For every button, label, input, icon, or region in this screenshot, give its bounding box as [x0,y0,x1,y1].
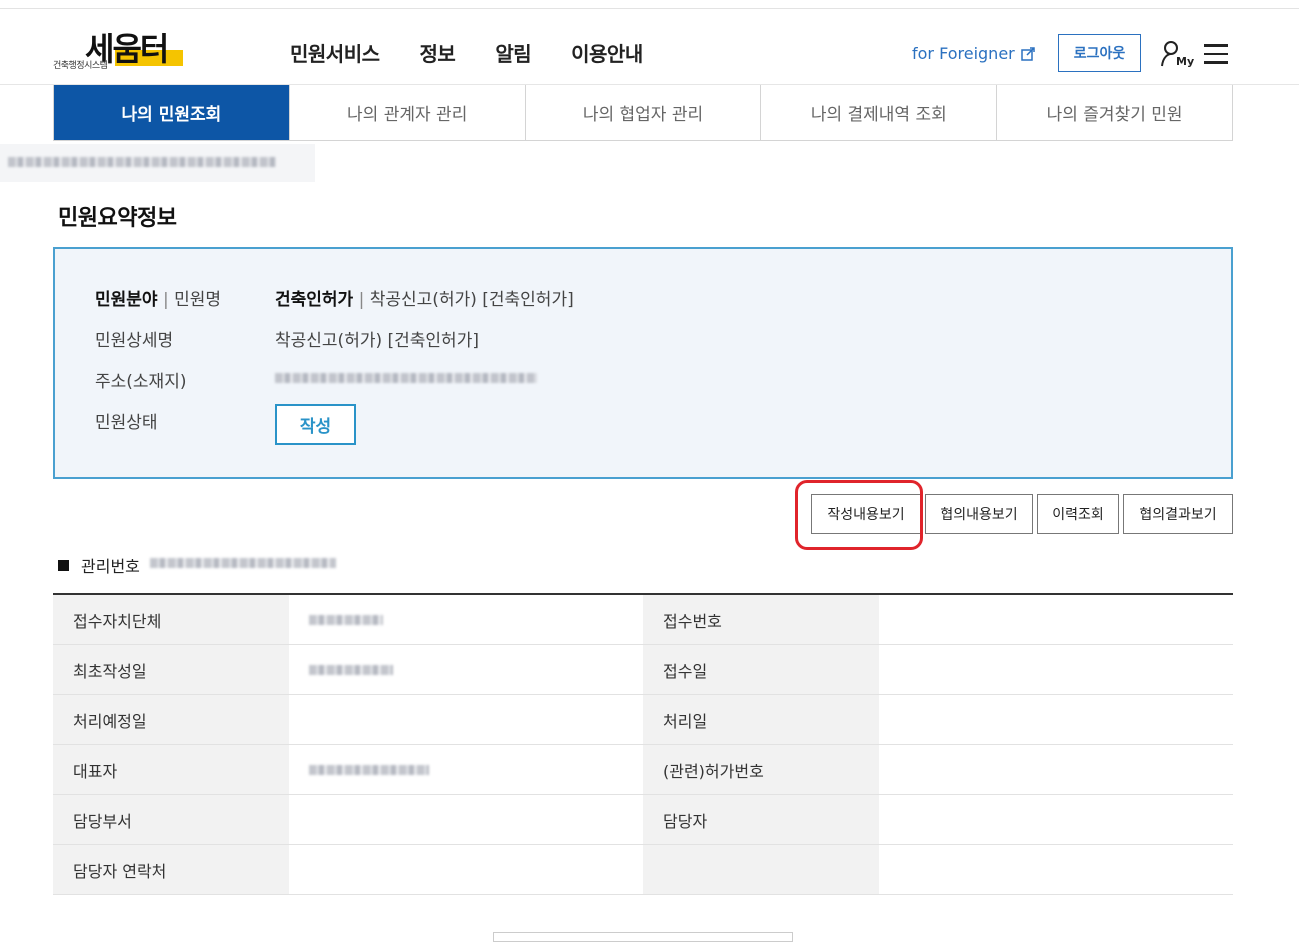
site-header: 세움터 건축행정시스템 민원서비스 정보 알림 이용안내 for Foreign… [0,8,1299,85]
table-row: 최초작성일 접수일 [53,645,1233,695]
table-cell [879,645,1233,694]
table-header: 최초작성일 [53,645,289,694]
main-navigation: 민원서비스 정보 알림 이용안내 [290,38,643,67]
table-cell [289,795,643,844]
table-row: 접수자치단체 접수번호 [53,595,1233,645]
management-number: 관리번호 [58,553,140,577]
table-cell [879,595,1233,644]
table-header: 담당자 연락처 [53,845,289,894]
square-bullet-icon [58,559,69,571]
table-cell [289,845,643,894]
table-header: 담당자 [643,795,879,844]
table-row: 담당자 연락처 [53,845,1233,895]
history-lookup-button[interactable]: 이력조회 [1037,494,1119,534]
detail-value: 착공신고(허가) [건축인허가] [275,331,479,351]
table-header: 접수자치단체 [53,595,289,644]
table-cell [879,745,1233,794]
for-foreigner-label: for Foreigner [912,44,1015,63]
tab-my-payments[interactable]: 나의 결제내역 조회 [761,85,998,140]
redacted-text [309,665,393,675]
redacted-text [309,765,429,775]
status-badge[interactable]: 작성 [275,404,356,445]
highlight-annotation [795,480,923,550]
table-header: 접수번호 [643,595,879,644]
tab-my-civil-inquiry[interactable]: 나의 민원조회 [54,85,290,140]
my-label: My [1176,55,1194,68]
nav-item-guide[interactable]: 이용안내 [571,38,643,67]
table-header [643,845,879,894]
tab-my-favorites[interactable]: 나의 즐겨찾기 민원 [997,85,1232,140]
table-row: 담당부서 담당자 [53,795,1233,845]
address-label: 주소(소재지) [95,372,187,392]
table-row: 처리예정일 처리일 [53,695,1233,745]
table-cell [879,695,1233,744]
tab-my-collaborators[interactable]: 나의 협업자 관리 [526,85,762,140]
tab-my-stakeholders[interactable]: 나의 관계자 관리 [290,85,526,140]
table-row: 대표자 (관련)허가번호 [53,745,1233,795]
table-cell [879,845,1233,894]
table-header: 담당부서 [53,795,289,844]
nav-item-info[interactable]: 정보 [420,38,456,67]
hamburger-menu-icon[interactable] [1204,44,1228,64]
my-page-icon[interactable]: My [1160,40,1194,68]
field-value-bold: 건축인허가 [275,290,354,310]
field-label-bold: 민원분야 [95,290,158,310]
status-label: 민원상태 [95,413,158,433]
detail-label: 민원상세명 [95,331,174,351]
table-header: (관련)허가번호 [643,745,879,794]
separator: | [358,290,370,310]
table-cell [289,745,643,794]
view-consultation-result-button[interactable]: 협의결과보기 [1123,494,1233,534]
my-page-tabs: 나의 민원조회 나의 관계자 관리 나의 협업자 관리 나의 결제내역 조회 나… [53,85,1233,141]
management-label: 관리번호 [81,557,140,576]
table-cell [289,695,643,744]
table-header: 대표자 [53,745,289,794]
external-link-icon [1021,46,1035,61]
detail-table: 접수자치단체 접수번호 최초작성일 접수일 처리예정일 처리일 대표자 (관련)… [53,593,1233,895]
redacted-management-number [150,558,336,568]
table-header: 처리일 [643,695,879,744]
bottom-element [493,932,793,942]
table-cell [879,795,1233,844]
summary-field-value: 건축인허가 | 착공신고(허가) [건축인허가] [275,285,574,310]
redacted-text [8,157,276,167]
nav-item-notice[interactable]: 알림 [495,38,531,67]
redacted-text [309,615,383,625]
page-title: 민원요약정보 [58,206,177,231]
summary-box: 민원분야 | 민원명 건축인허가 | 착공신고(허가) [건축인허가] 민원상세… [53,247,1233,479]
redacted-address [275,373,537,383]
summary-field-label: 민원분야 | 민원명 [95,285,221,310]
separator: | [162,290,175,310]
field-label-rest: 민원명 [174,290,222,310]
table-header: 처리예정일 [53,695,289,744]
table-cell [289,645,643,694]
table-header: 접수일 [643,645,879,694]
for-foreigner-link[interactable]: for Foreigner [912,44,1035,63]
site-logo[interactable]: 세움터 건축행정시스템 [53,28,193,74]
table-cell [289,595,643,644]
logo-sub-text: 건축행정시스템 [53,61,108,71]
view-consultation-content-button[interactable]: 협의내용보기 [925,494,1033,534]
field-value-rest: 착공신고(허가) [건축인허가] [369,290,574,310]
logout-button[interactable]: 로그아웃 [1058,34,1141,72]
nav-item-civil-service[interactable]: 민원서비스 [290,38,380,67]
